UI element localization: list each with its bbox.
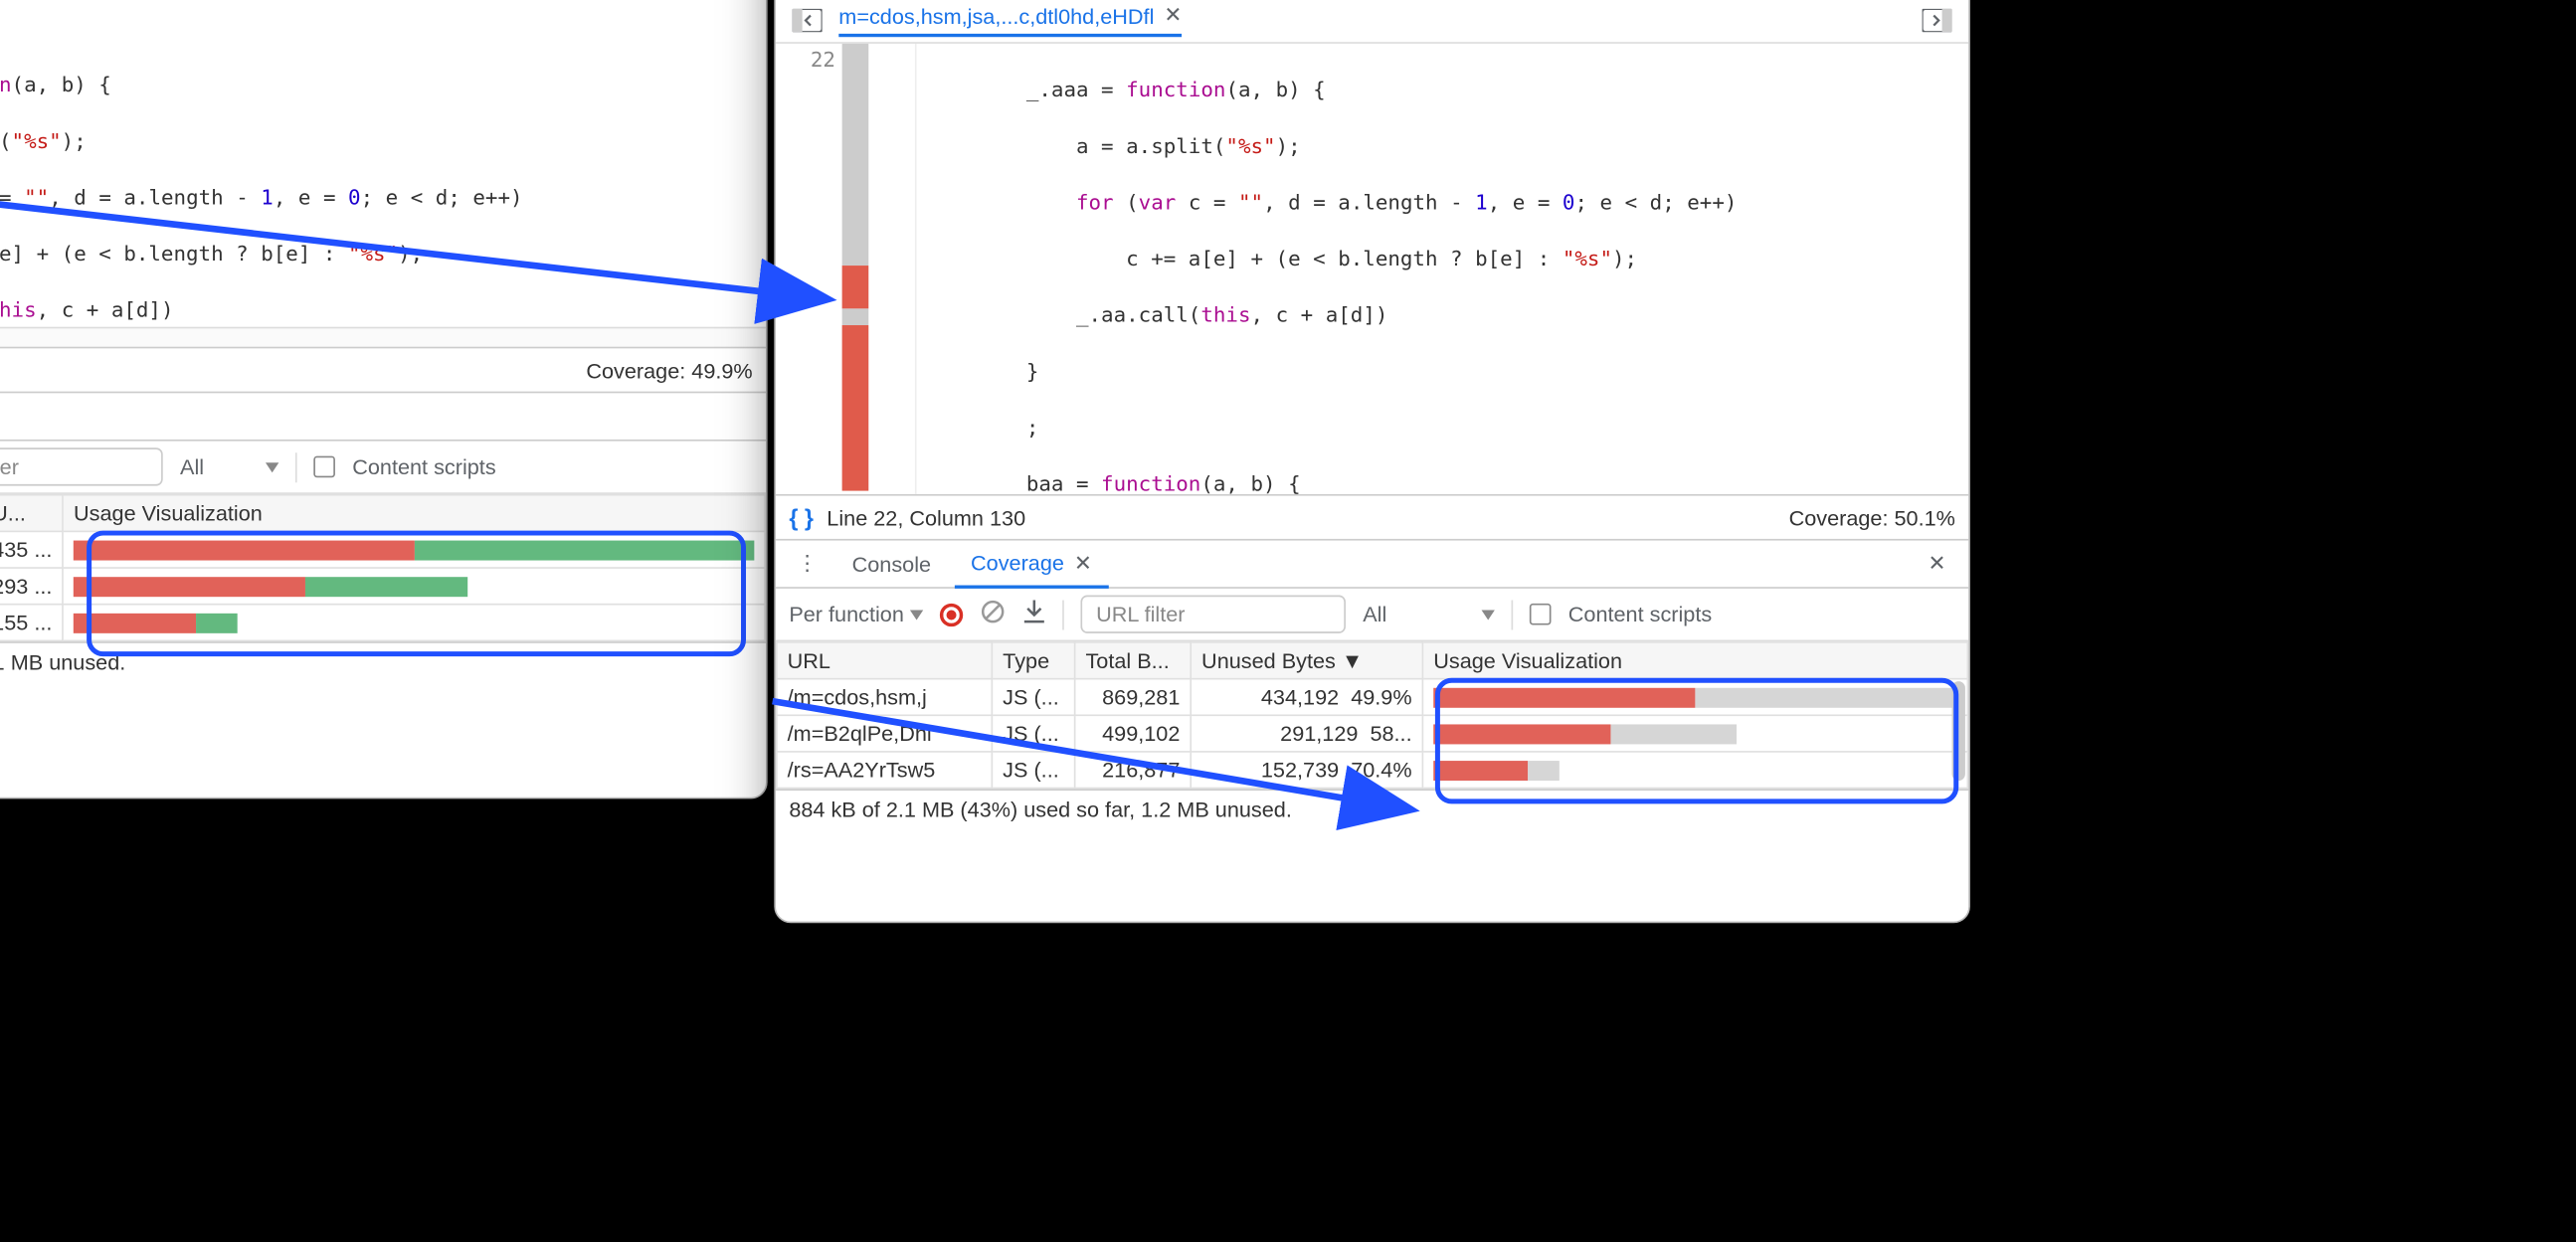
- url-filter-input[interactable]: URL filter: [1081, 596, 1346, 633]
- col-url[interactable]: URL: [777, 642, 993, 679]
- table-row[interactable]: /m=cdos,hsm,jJS (...869,281434,192 49.9%: [777, 679, 1968, 716]
- code-content: ; _.aaa = function(a, b) { a = a.split("…: [0, 0, 523, 327]
- cursor-position: Line 22, Column 130: [827, 505, 1025, 530]
- status-bar: { } Line 22, Column 130 Coverage: 50.1%: [776, 494, 1968, 539]
- drawer-tab-coverage[interactable]: Coverage ✕: [954, 541, 1108, 588]
- file-tab[interactable]: m=cdos,hsm,jsa,...c,dtl0hd,eHDfl ✕: [838, 2, 1182, 37]
- content-scripts-checkbox[interactable]: [1530, 604, 1552, 625]
- content-scripts-checkbox[interactable]: [314, 456, 336, 478]
- vertical-scrollbar[interactable]: [1952, 681, 1965, 781]
- drawer-tabs: ⋮ Console Coverage ✕: [0, 392, 766, 442]
- drawer-tabs: ⋮ Console Coverage ✕ ✕: [776, 539, 1968, 589]
- coverage-table: URL Type Total B... Unused Bytes ▼ Usage…: [776, 641, 1968, 789]
- col-unused[interactable]: Unused Bytes ▼: [1191, 642, 1422, 679]
- coverage-gutter: [842, 44, 869, 494]
- file-tab-row: m=cdos,hsm,jsa,...c,dtl0hd,eHDfl ✕: [776, 0, 1968, 44]
- record-icon[interactable]: [941, 603, 964, 625]
- coverage-percent: Coverage: 50.1%: [1789, 505, 1955, 530]
- table-row[interactable]: /rs=AA2YrTJS (...216 877155 ...: [0, 605, 765, 641]
- code-editor[interactable]: 22 ; _.aaa = function(a, b) { a = a.spli…: [0, 0, 766, 327]
- close-drawer-icon[interactable]: ✕: [1916, 542, 1958, 585]
- coverage-summary: 846 kB of 1.9 MB (44%) used so far, 1.1 …: [0, 641, 766, 681]
- file-tab-label: m=cdos,hsm,jsa,...c,dtl0hd,eHDfl: [838, 3, 1154, 28]
- drawer-more-icon[interactable]: ⋮: [786, 542, 828, 585]
- toggle-debugger-icon[interactable]: [1916, 0, 1958, 41]
- table-row[interactable]: /m=cdos,hsJS (...869 281435 ...: [0, 531, 765, 568]
- devtools-window-right: DevTools - www.google.com/ Elements Cons…: [774, 0, 1970, 923]
- coverage-toolbar: Per function URL filter All Content scri…: [776, 589, 1968, 641]
- content-scripts-label: Content scripts: [1568, 602, 1712, 626]
- content-scripts-label: Content scripts: [352, 454, 495, 479]
- code-editor[interactable]: 22 _.aaa = function(a, b) { a = a.split(…: [776, 44, 1968, 494]
- col-unused[interactable]: U...: [0, 495, 63, 532]
- pretty-print-icon[interactable]: { }: [789, 504, 814, 531]
- horizontal-scrollbar[interactable]: [0, 327, 766, 347]
- line-number: 22: [776, 44, 842, 494]
- clear-icon[interactable]: [980, 599, 1007, 630]
- table-row[interactable]: /m=B2qlPe,DhlJS (...499,102291,129 58...: [777, 715, 1968, 752]
- table-row[interactable]: /rs=AA2YrTsw5JS (...216,877152,739 70.4%: [777, 752, 1968, 789]
- close-tab-icon[interactable]: ✕: [1164, 2, 1182, 29]
- export-icon[interactable]: [1023, 599, 1046, 630]
- type-filter-dropdown[interactable]: All: [1363, 602, 1495, 626]
- col-type[interactable]: Type: [992, 642, 1074, 679]
- table-row[interactable]: /m=B2qlPe,JS (...498 764293 ...: [0, 568, 765, 605]
- drawer-tab-console[interactable]: Console: [835, 541, 948, 588]
- coverage-toolbar: Per function URL filter All Content scri…: [0, 442, 766, 494]
- close-drawer-tab-icon[interactable]: ✕: [1074, 550, 1092, 577]
- col-usage[interactable]: Usage Visualization: [63, 495, 765, 532]
- coverage-percent: Coverage: 49.9%: [586, 358, 752, 383]
- coverage-table: URL Type Total B... U... Usage Visualiza…: [0, 494, 766, 641]
- col-usage[interactable]: Usage Visualization: [1422, 642, 1967, 679]
- code-content: _.aaa = function(a, b) { a = a.split("%s…: [915, 44, 1738, 494]
- url-filter-input[interactable]: URL filter: [0, 447, 163, 485]
- coverage-type-dropdown[interactable]: Per function: [789, 602, 924, 626]
- type-filter-dropdown[interactable]: All: [180, 454, 279, 479]
- devtools-window-left: DevTools - www.google.com/ Elements Cons…: [0, 0, 768, 798]
- col-total[interactable]: Total B...: [1075, 642, 1192, 679]
- status-bar: { } Line 22, Column 129 Coverage: 49.9%: [0, 347, 766, 392]
- coverage-summary: 884 kB of 2.1 MB (43%) used so far, 1.2 …: [776, 789, 1968, 828]
- toggle-navigator-icon[interactable]: [786, 0, 828, 41]
